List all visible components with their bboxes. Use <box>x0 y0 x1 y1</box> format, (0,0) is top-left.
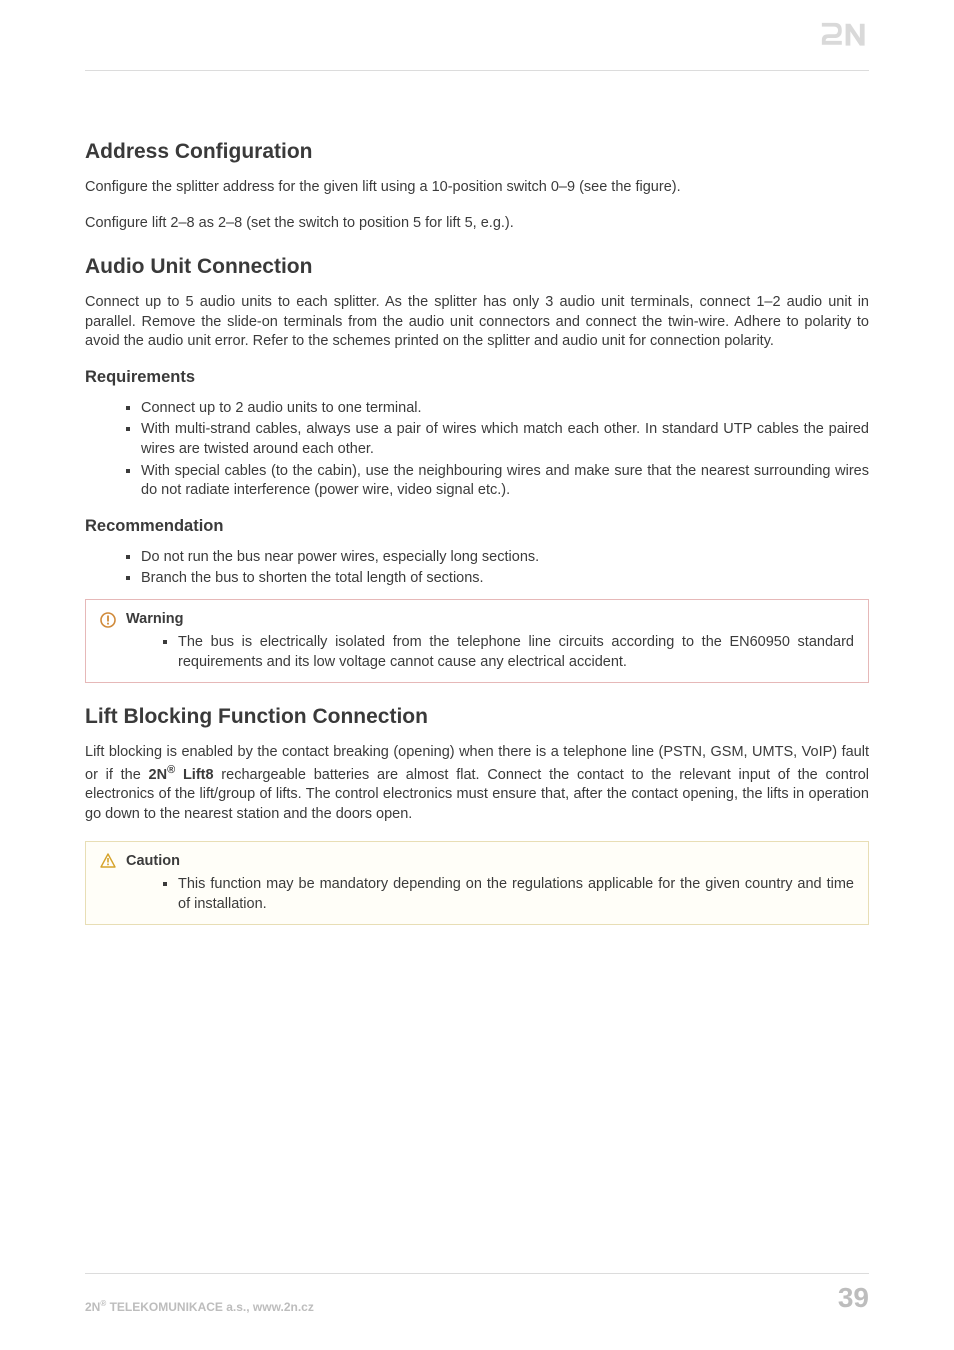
lift-p1: Lift blocking is enabled by the contact … <box>85 743 869 824</box>
caution-head: Caution <box>100 852 854 872</box>
list-item: Connect up to 2 audio units to one termi… <box>141 399 869 419</box>
heading-requirements: Requirements <box>85 368 869 387</box>
caution-icon <box>100 853 116 869</box>
caution-label: Caution <box>126 852 180 872</box>
heading-audio: Audio Unit Connection <box>85 255 869 279</box>
warning-list: The bus is electrically isolated from th… <box>100 633 854 672</box>
page-number: 39 <box>838 1282 869 1314</box>
caution-callout: Caution This function may be mandatory d… <box>85 841 869 926</box>
warning-callout: Warning The bus is electrically isolated… <box>85 599 869 684</box>
section-address: Address Configuration Configure the spli… <box>85 140 869 233</box>
page: Address Configuration Configure the spli… <box>0 0 954 1350</box>
list-item: With special cables (to the cabin), use … <box>141 462 869 501</box>
footer: 2N® TELEKOMUNIKACE a.s., www.2n.cz 39 <box>85 1273 869 1314</box>
section-lift: Lift Blocking Function Connection Lift b… <box>85 705 869 925</box>
address-p1: Configure the splitter address for the g… <box>85 178 869 198</box>
recommendation-list: Do not run the bus near power wires, esp… <box>85 548 869 589</box>
lift-brand-prefix: 2N <box>149 767 168 783</box>
requirements-list: Connect up to 2 audio units to one termi… <box>85 399 869 501</box>
warning-icon <box>100 612 116 628</box>
warning-head: Warning <box>100 610 854 630</box>
footer-company-prefix: 2N <box>85 1300 100 1314</box>
section-audio: Audio Unit Connection Connect up to 5 au… <box>85 255 869 683</box>
registered-icon: ® <box>167 764 175 776</box>
header-bar <box>85 0 869 71</box>
brand-logo-icon <box>819 20 869 50</box>
audio-p1: Connect up to 5 audio units to each spli… <box>85 293 869 352</box>
lift-brand-suffix: Lift8 <box>175 767 213 783</box>
warning-label: Warning <box>126 610 183 630</box>
list-item: Branch the bus to shorten the total leng… <box>141 569 869 589</box>
list-item: Do not run the bus near power wires, esp… <box>141 548 869 568</box>
address-p2: Configure lift 2–8 as 2–8 (set the switc… <box>85 214 869 234</box>
list-item: This function may be mandatory depending… <box>178 875 854 914</box>
heading-recommendation: Recommendation <box>85 517 869 536</box>
list-item: With multi-strand cables, always use a p… <box>141 420 869 459</box>
heading-lift: Lift Blocking Function Connection <box>85 705 869 729</box>
heading-address: Address Configuration <box>85 140 869 164</box>
list-item: The bus is electrically isolated from th… <box>178 633 854 672</box>
footer-company-suffix: TELEKOMUNIKACE a.s., www.2n.cz <box>106 1300 314 1314</box>
caution-list: This function may be mandatory depending… <box>100 875 854 914</box>
footer-company: 2N® TELEKOMUNIKACE a.s., www.2n.cz <box>85 1299 314 1314</box>
content: Address Configuration Configure the spli… <box>85 0 869 925</box>
